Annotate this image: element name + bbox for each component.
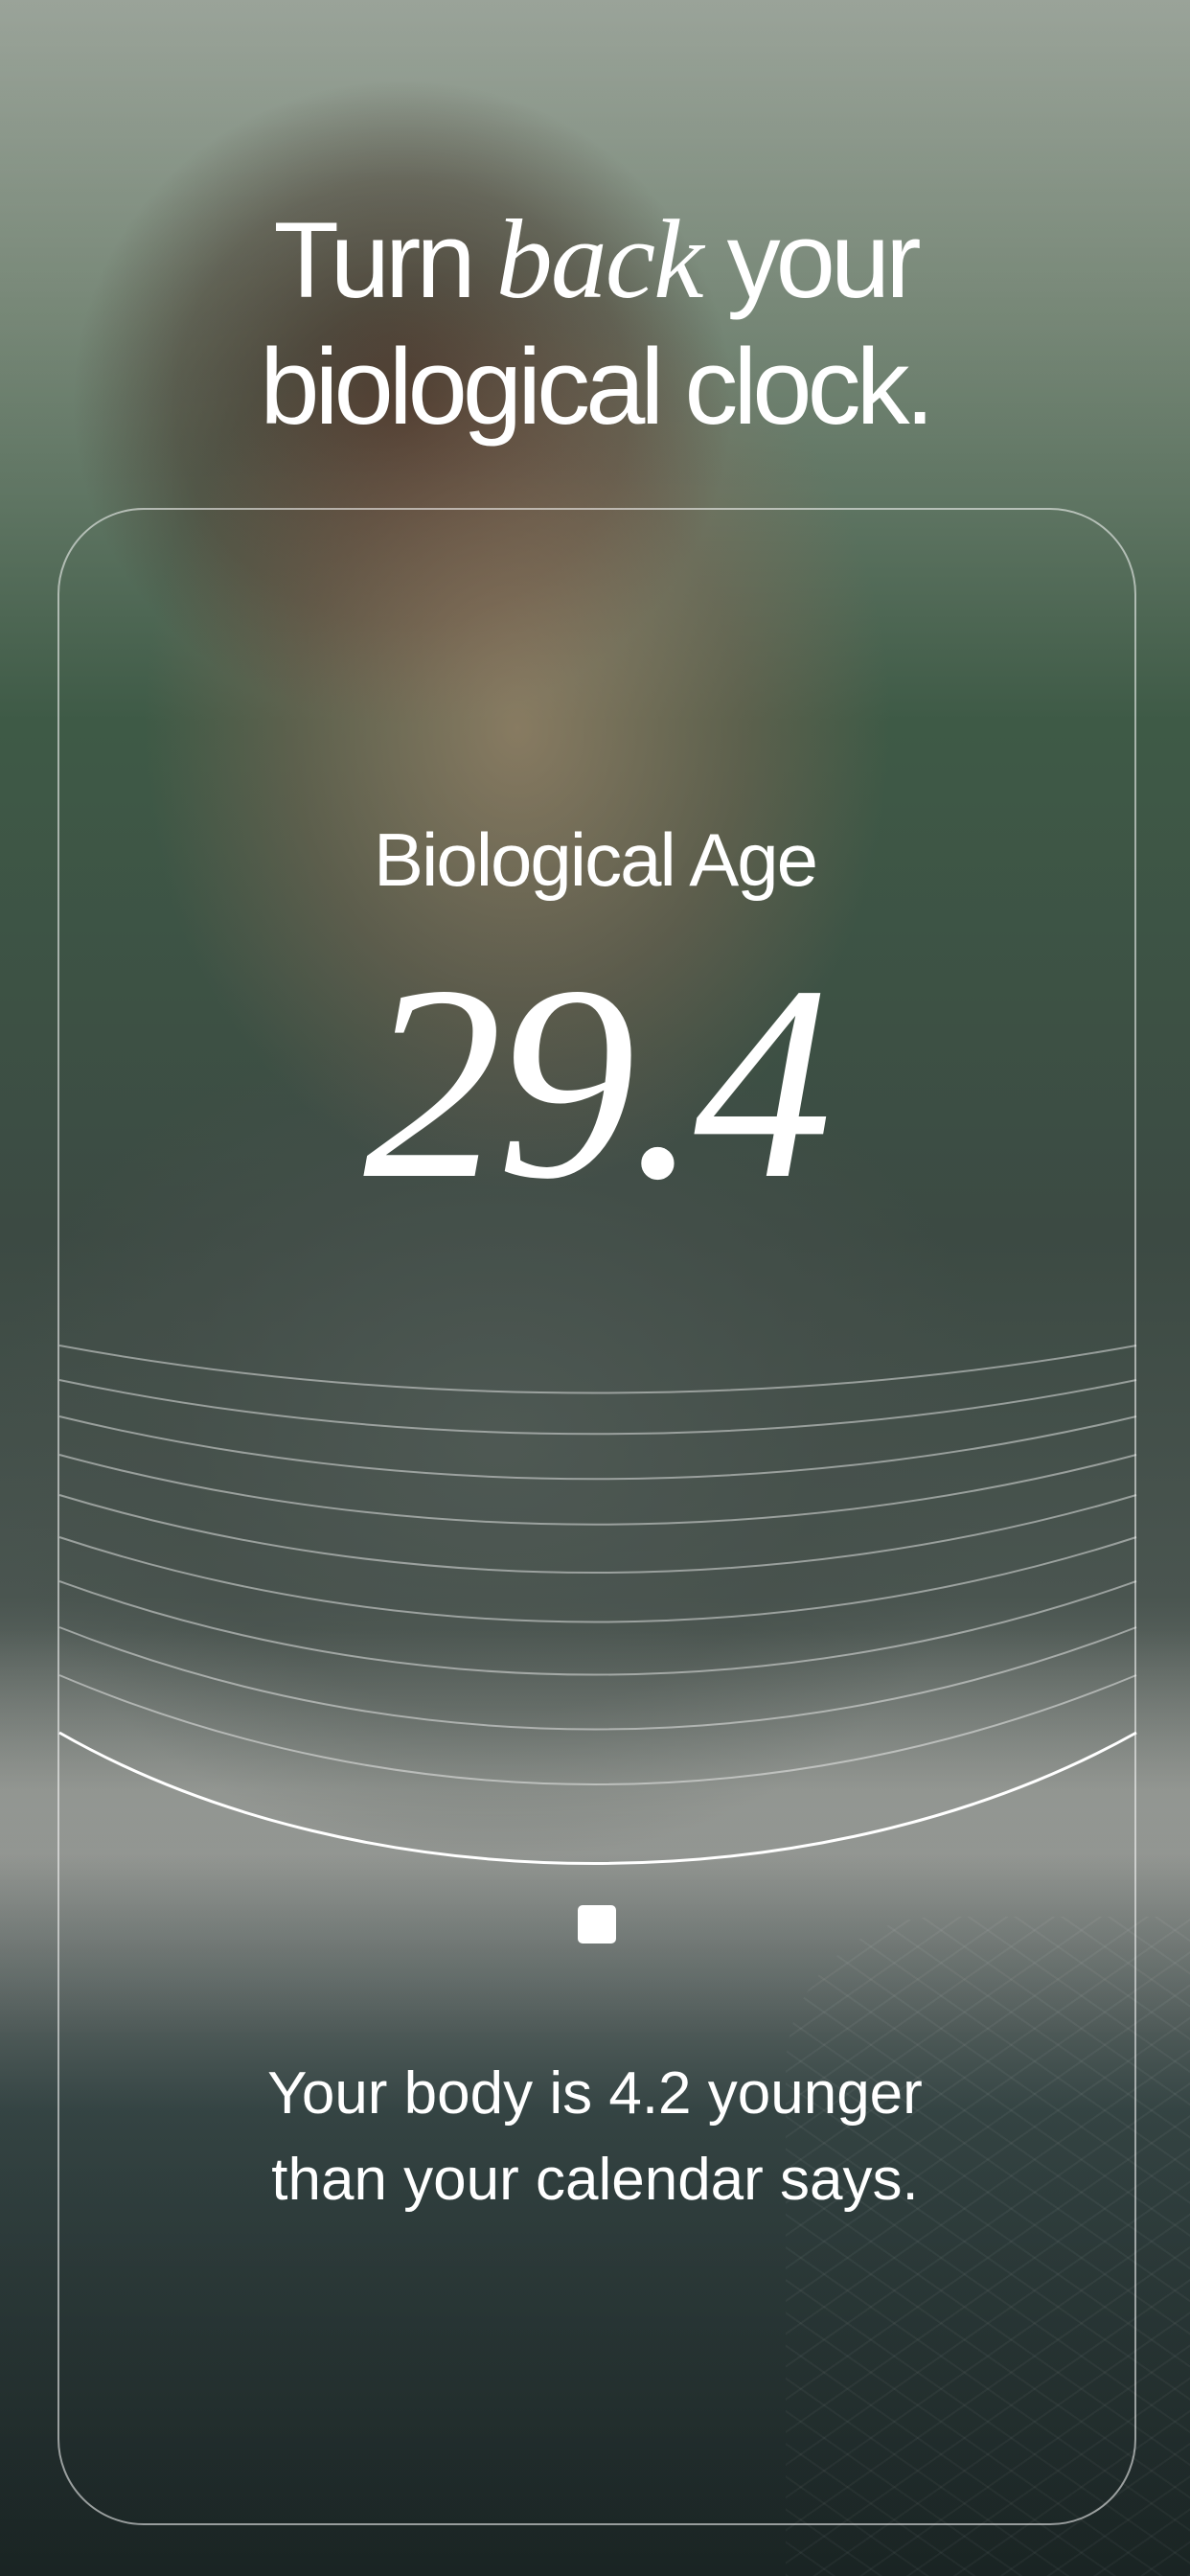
- curve-line-main: [58, 1731, 1137, 1865]
- curve-line-5: [58, 1494, 1137, 1574]
- onboarding-screen: Turn back your biological clock. Biologi…: [0, 0, 1190, 2576]
- caption-line-2: than your calendar says.: [271, 2147, 919, 2213]
- curve-line-2: [58, 1379, 1137, 1436]
- curve-line-4: [58, 1454, 1137, 1526]
- curve-line-3: [58, 1415, 1137, 1481]
- result-caption: Your body is 4.2 younger than your calen…: [0, 2051, 1190, 2223]
- curve-line-6: [58, 1536, 1137, 1623]
- caption-line-1: Your body is 4.2 younger: [267, 2060, 923, 2127]
- curve-line-1: [58, 1345, 1137, 1394]
- curve-line-7: [58, 1580, 1137, 1676]
- square-marker-icon: [578, 1905, 616, 1944]
- curve-line-8: [58, 1626, 1137, 1731]
